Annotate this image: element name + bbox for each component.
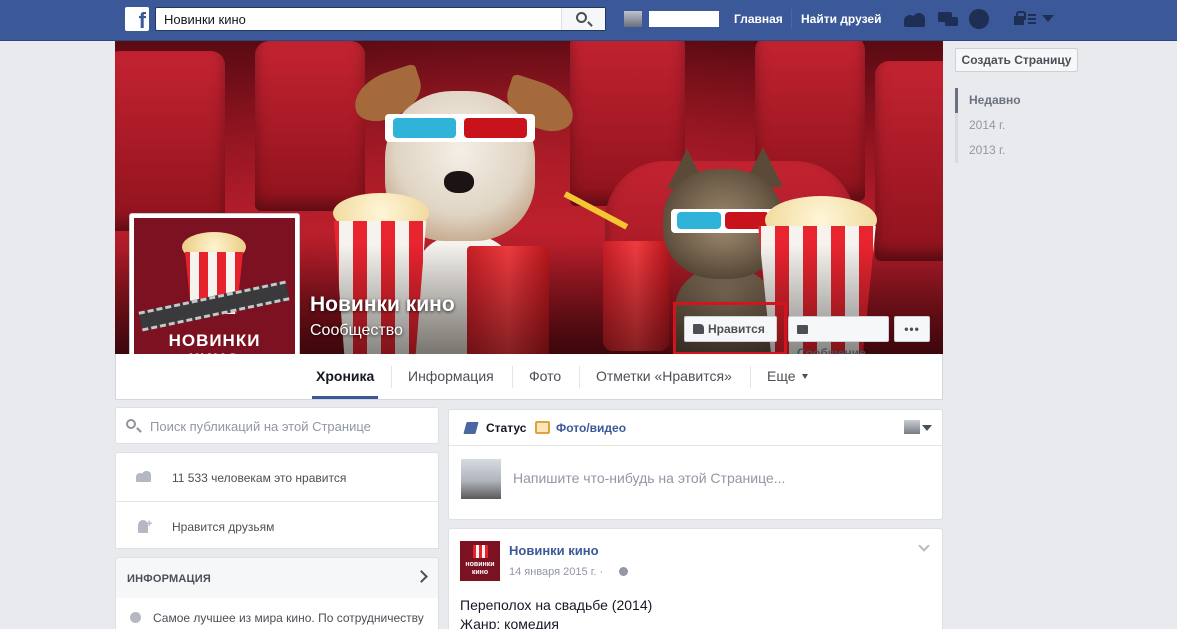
popcorn-icon bbox=[473, 545, 488, 558]
info-section-header[interactable]: ИНФОРМАЦИЯ bbox=[115, 557, 439, 599]
year-item-2013[interactable]: 2013 г. bbox=[955, 138, 1078, 163]
search-input[interactable]: Новинки кино bbox=[155, 7, 606, 31]
info-icon bbox=[130, 612, 141, 623]
like-button-highlight bbox=[673, 302, 787, 355]
tab-photos[interactable]: Фото bbox=[529, 368, 561, 384]
tab-more-label: Еще bbox=[767, 368, 796, 384]
messages-icon[interactable] bbox=[937, 10, 959, 28]
post-body-line: Переполох на свадьбе (2014) bbox=[460, 597, 653, 613]
search-button[interactable] bbox=[561, 8, 605, 30]
user-avatar[interactable] bbox=[624, 11, 642, 27]
people-icon bbox=[136, 471, 152, 483]
post-composer: Статус Фото/видео Напишите что-нибудь на… bbox=[448, 409, 943, 520]
privacy-lock-icon[interactable] bbox=[1013, 10, 1026, 28]
friend-requests-icon[interactable] bbox=[904, 10, 926, 28]
info-section-body: Самое лучшее из мира кино. По сотрудниче… bbox=[115, 598, 439, 629]
profile-logo-text-line1: НОВИНКИ bbox=[168, 331, 261, 350]
public-globe-icon bbox=[619, 567, 628, 576]
composer-input[interactable]: Напишите что-нибудь на этой Странице... bbox=[513, 470, 785, 486]
composer-tab-photo-video[interactable]: Фото/видео bbox=[556, 421, 626, 435]
tab-divider bbox=[750, 366, 751, 388]
search-icon bbox=[576, 12, 587, 23]
account-menu-chevron-down-icon[interactable] bbox=[1042, 15, 1054, 22]
likes-count-row[interactable]: 11 533 человекам это нравится bbox=[116, 453, 438, 501]
composer-avatar bbox=[461, 459, 501, 499]
post-author-name[interactable]: Новинки кино bbox=[509, 543, 599, 558]
likes-count-text: 11 533 человекам это нравится bbox=[172, 471, 347, 485]
tab-timeline[interactable]: Хроника bbox=[316, 368, 374, 384]
page-title[interactable]: Новинки кино bbox=[310, 293, 455, 317]
year-item-recent[interactable]: Недавно bbox=[955, 88, 1078, 113]
page-tabs: Хроника Информация Фото Отметки «Нравитс… bbox=[115, 354, 943, 400]
info-section-title: ИНФОРМАЦИЯ bbox=[127, 573, 211, 585]
cinema-seat bbox=[115, 51, 225, 231]
divider bbox=[449, 445, 942, 446]
3d-glasses-dog bbox=[385, 114, 535, 142]
glasses-lens-blue bbox=[677, 212, 721, 229]
top-bar: f Новинки кино Главная Найти друзей bbox=[0, 0, 1177, 41]
post-options-chevron-down-icon[interactable] bbox=[918, 540, 930, 552]
post-body-line: Жанр: комедия bbox=[460, 616, 559, 629]
chevron-down-icon bbox=[801, 374, 808, 379]
add-friend-icon bbox=[136, 518, 152, 533]
tab-more[interactable]: Еще bbox=[767, 368, 808, 384]
search-query: Новинки кино bbox=[164, 12, 246, 27]
page-category: Сообщество bbox=[310, 322, 403, 339]
glasses-lens-blue bbox=[393, 118, 456, 138]
post-author-avatar[interactable]: новинки кино bbox=[460, 541, 500, 581]
tab-divider bbox=[391, 366, 392, 388]
message-button[interactable]: Сообщение bbox=[788, 316, 889, 360]
facebook-logo[interactable]: f bbox=[125, 7, 149, 31]
photo-icon bbox=[535, 421, 550, 434]
chevron-right-icon bbox=[415, 570, 428, 583]
search-posts-placeholder: Поиск публикаций на этой Странице bbox=[150, 419, 371, 434]
friends-like-row[interactable]: Нравится друзьям bbox=[116, 502, 438, 550]
nav-home-link[interactable]: Главная bbox=[734, 12, 783, 26]
page-post-search[interactable]: Поиск публикаций на этой Странице bbox=[115, 407, 439, 444]
composer-audience-avatar[interactable] bbox=[904, 420, 920, 434]
tab-divider bbox=[512, 366, 513, 388]
tab-likes[interactable]: Отметки «Нравится» bbox=[596, 368, 732, 384]
search-icon bbox=[126, 419, 136, 429]
likes-summary: 11 533 человекам это нравится Нравится д… bbox=[115, 452, 439, 549]
tab-about[interactable]: Информация bbox=[408, 368, 494, 384]
info-description: Самое лучшее из мира кино. По сотрудниче… bbox=[153, 611, 424, 625]
privacy-menu-icon[interactable] bbox=[1028, 14, 1036, 24]
friends-like-text: Нравится друзьям bbox=[172, 520, 275, 534]
cinema-seat bbox=[875, 61, 943, 261]
chevron-down-icon[interactable] bbox=[922, 425, 932, 431]
message-bubble-icon bbox=[797, 325, 808, 334]
nav-find-friends-link[interactable]: Найти друзей bbox=[801, 12, 881, 26]
post-avatar-text: новинки кино bbox=[465, 561, 495, 576]
dog-nose bbox=[444, 171, 474, 193]
glasses-lens-red bbox=[464, 118, 527, 138]
timeline-post: новинки кино Новинки кино 14 января 2015… bbox=[448, 528, 943, 629]
post-body: Переполох на свадьбе (2014) Жанр: комеди… bbox=[460, 596, 652, 629]
pencil-icon bbox=[463, 422, 479, 434]
cinema-seat bbox=[255, 41, 365, 211]
active-tab-indicator bbox=[312, 396, 378, 399]
nav-divider bbox=[791, 9, 792, 29]
timeline-year-nav: Недавно 2014 г. 2013 г. bbox=[955, 88, 1078, 163]
post-timestamp[interactable]: 14 января 2015 г. · bbox=[509, 566, 603, 578]
year-item-2014[interactable]: 2014 г. bbox=[955, 113, 1078, 138]
tab-divider bbox=[579, 366, 580, 388]
more-options-button[interactable]: ••• bbox=[894, 316, 930, 342]
composer-tab-status[interactable]: Статус bbox=[486, 421, 526, 435]
user-name[interactable] bbox=[649, 11, 719, 27]
notifications-globe-icon[interactable] bbox=[969, 9, 989, 29]
create-page-button[interactable]: Создать Страницу bbox=[955, 48, 1078, 72]
